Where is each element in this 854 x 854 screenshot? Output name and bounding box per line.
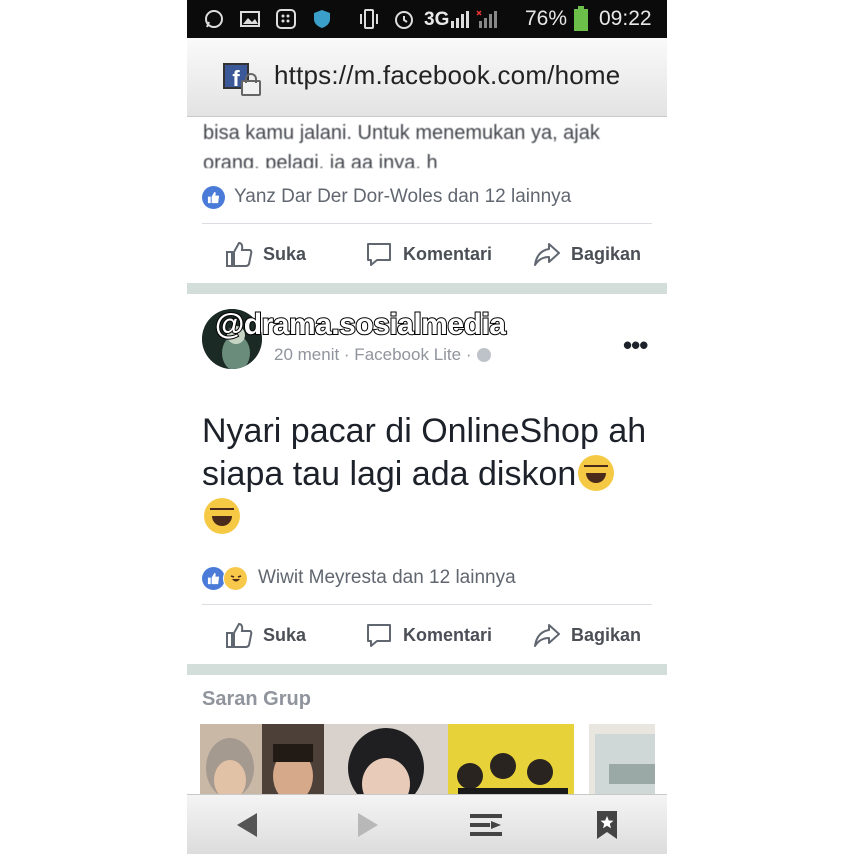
- laughing-emoji-icon: [578, 455, 615, 491]
- menu-icon: [470, 814, 502, 836]
- status-bar: 3G 76% 09:22: [187, 0, 667, 38]
- browser-url-bar[interactable]: f https://m.facebook.com/home: [187, 38, 667, 117]
- clock: 09:22: [599, 7, 652, 30]
- whatsapp-icon: [203, 9, 225, 29]
- post-meta-text: 20 menit · Facebook Lite ·: [274, 345, 472, 364]
- group-photo: [200, 724, 574, 804]
- share-label: Bagikan: [571, 243, 642, 264]
- like-label: Suka: [263, 624, 307, 645]
- back-icon: [237, 813, 257, 837]
- post-text: Nyari pacar di OnlineShop ah siapa tau l…: [202, 410, 652, 539]
- share-label: Bagikan: [571, 624, 642, 645]
- feed-separator: [187, 664, 667, 675]
- lock-icon: [241, 73, 261, 96]
- group-photo: [589, 724, 655, 804]
- more-options-button[interactable]: •••: [623, 330, 648, 361]
- battery-percent: 76%: [525, 7, 568, 30]
- post2-actions: Suka Komentari Bagikan: [187, 613, 667, 657]
- forward-icon: [358, 813, 378, 837]
- post1-reactions-text: Yanz Dar Der Dor-Woles dan 12 lainnya: [234, 186, 572, 207]
- share-button[interactable]: Bagikan: [533, 232, 641, 276]
- divider: [202, 223, 652, 224]
- bookmark-button[interactable]: [589, 807, 625, 843]
- clipped-line-2: orang. pelagi. ja aa inya. h: [203, 152, 438, 168]
- post2-reactions[interactable]: Wiwit Meyresta dan 12 lainnya: [202, 565, 516, 591]
- globe-icon: [477, 348, 492, 362]
- group-card[interactable]: [200, 724, 574, 804]
- post1-actions: Suka Komentari Bagikan: [187, 232, 667, 276]
- menu-button[interactable]: [468, 807, 504, 843]
- forward-button[interactable]: [350, 807, 386, 843]
- bookmark-icon: [597, 811, 617, 839]
- like-label: Suka: [263, 243, 307, 264]
- like-icon: [202, 566, 225, 590]
- feed-separator: [187, 283, 667, 294]
- comment-icon: [367, 624, 391, 647]
- back-button[interactable]: [229, 807, 265, 843]
- haha-icon: [223, 565, 248, 591]
- share-button[interactable]: Bagikan: [533, 613, 641, 657]
- bbm-icon: [275, 9, 297, 29]
- url-text[interactable]: https://m.facebook.com/home: [274, 60, 620, 91]
- post-meta: 20 menit · Facebook Lite ·: [274, 345, 492, 365]
- like-icon: [202, 185, 225, 209]
- network-type: 3G: [424, 9, 450, 30]
- share-icon: [534, 624, 560, 647]
- comment-label: Komentari: [403, 624, 493, 645]
- post-author[interactable]: @drama.sosialmedia: [214, 307, 507, 342]
- comment-button[interactable]: Komentari: [365, 232, 492, 276]
- vibrate-icon: [357, 9, 381, 29]
- browser-bottom-bar: [187, 794, 667, 854]
- comment-label: Komentari: [403, 243, 493, 264]
- like-button[interactable]: Suka: [225, 613, 306, 657]
- like-icon: [226, 241, 253, 267]
- laughing-emoji-icon: [204, 498, 240, 534]
- clipped-line-1: bisa kamu jalani. Untuk menemukan ya, aj…: [203, 122, 600, 144]
- like-button[interactable]: Suka: [225, 232, 306, 276]
- like-icon: [226, 622, 253, 648]
- comment-button[interactable]: Komentari: [365, 613, 492, 657]
- alarm-icon: [392, 9, 416, 29]
- group-card[interactable]: [589, 724, 655, 804]
- comment-icon: [367, 243, 391, 266]
- shield-icon: [311, 9, 333, 29]
- battery-icon: [572, 6, 590, 32]
- gallery-icon: [239, 9, 261, 29]
- post2-reactions-text: Wiwit Meyresta dan 12 lainnya: [258, 567, 516, 588]
- clipped-post-text: bisa kamu jalani. Untuk menemukan ya, aj…: [203, 118, 643, 168]
- phone-screen: 3G 76% 09:22 f https://m.facebook.com/ho…: [187, 0, 667, 854]
- divider: [202, 604, 652, 605]
- share-icon: [534, 243, 560, 266]
- post1-reactions[interactable]: Yanz Dar Der Dor-Woles dan 12 lainnya: [202, 184, 571, 210]
- suggested-groups-title: Saran Grup: [202, 688, 311, 710]
- signal-icon: [449, 9, 509, 29]
